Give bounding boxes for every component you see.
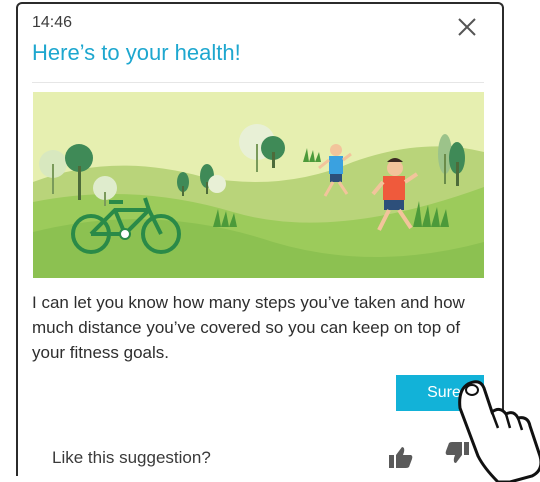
close-icon[interactable] [456, 16, 478, 38]
park-exercise-illustration [33, 92, 484, 278]
suggestion-message: I can let you know how many steps you’ve… [32, 293, 465, 362]
pointing-hand-icon [458, 380, 540, 482]
thumb-up-icon[interactable] [388, 444, 414, 470]
title-divider [32, 82, 484, 83]
status-time: 14:46 [32, 14, 73, 31]
feedback-prompt: Like this suggestion? [52, 448, 211, 467]
card-title: Here’s to your health! [32, 40, 241, 65]
